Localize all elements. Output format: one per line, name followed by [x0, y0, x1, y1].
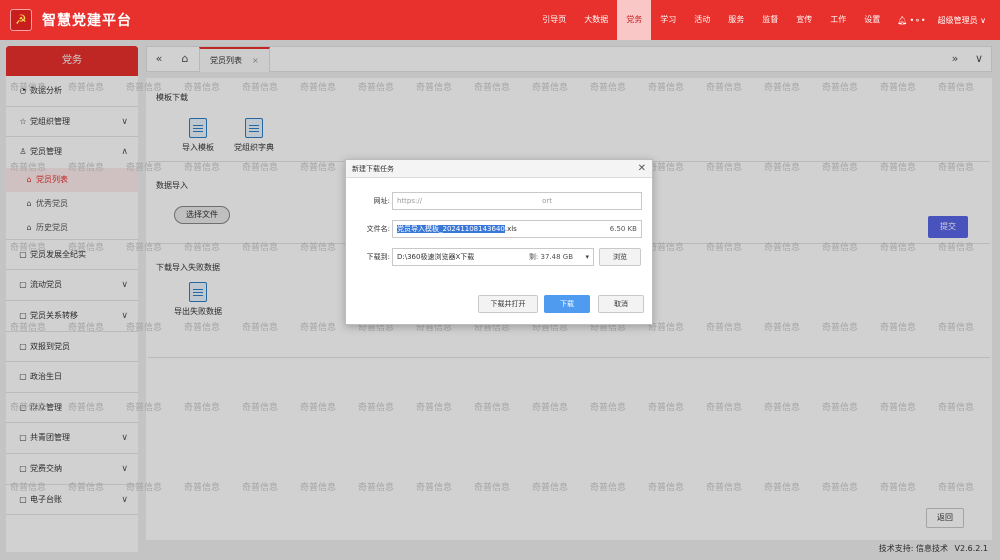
- filename-label: 文件名:: [366, 225, 390, 233]
- nav-party-affairs[interactable]: 党务: [617, 0, 652, 40]
- cancel-button[interactable]: 取消: [598, 295, 644, 313]
- browse-button[interactable]: 浏览: [599, 248, 641, 266]
- nav-study[interactable]: 学习: [651, 0, 685, 40]
- nav-bigdata[interactable]: 大数据: [575, 0, 617, 40]
- nav-publicity[interactable]: 宣传: [787, 0, 821, 40]
- nav-supervision[interactable]: 监督: [753, 0, 787, 40]
- dropdown-arrow-icon[interactable]: ▾: [585, 249, 589, 265]
- filename-selected: 党员导入模板_20241108143640: [397, 225, 505, 233]
- filename-field[interactable]: 党员导入模板_20241108143640.xls 6.50 KB: [392, 220, 642, 238]
- top-navbar: ☭ 智慧党建平台 引导页 大数据 党务 学习 活动 服务 监督 宣传 工作 设置…: [0, 0, 1000, 40]
- dots-icon[interactable]: •⚬•: [909, 16, 925, 25]
- url-value: https://: [397, 197, 423, 205]
- nav-service[interactable]: 服务: [719, 0, 753, 40]
- free-space: 剩: 37.48 GB: [528, 253, 573, 261]
- nav-activity[interactable]: 活动: [685, 0, 719, 40]
- nav-icons: 🔔︎ •⚬•: [889, 16, 933, 25]
- close-icon[interactable]: ✕: [638, 163, 646, 174]
- nav-work[interactable]: 工作: [821, 0, 855, 40]
- url-label: 网址:: [373, 197, 390, 205]
- download-and-open-button[interactable]: 下载并打开: [478, 295, 538, 313]
- user-menu[interactable]: 超级管理员 ∨: [934, 15, 986, 26]
- nav-settings[interactable]: 设置: [855, 0, 889, 40]
- download-dialog: 新建下载任务 ✕ 网址: https:// ort 文件名: 党员导入模板_202…: [345, 159, 653, 325]
- download-button[interactable]: 下载: [544, 295, 590, 313]
- dialog-title: 新建下载任务: [346, 160, 652, 178]
- chevron-down-icon: ∨: [980, 15, 986, 25]
- saveto-select[interactable]: D:\360极速浏览器X下载 剩: 37.48 GB ▾: [392, 248, 594, 266]
- main-nav: 引导页 大数据 党务 学习 活动 服务 监督 宣传 工作 设置 🔔︎ •⚬• 超…: [533, 0, 986, 40]
- user-name: 超级管理员: [937, 15, 978, 25]
- nav-guide[interactable]: 引导页: [533, 0, 575, 40]
- party-emblem-icon: ☭: [10, 9, 32, 31]
- app-title: 智慧党建平台: [42, 13, 132, 29]
- saveto-label: 下载到:: [366, 253, 390, 261]
- file-size: 6.50 KB: [609, 225, 637, 233]
- bell-icon[interactable]: 🔔︎: [897, 16, 907, 25]
- filename-ext: .xls: [504, 225, 517, 233]
- saveto-path: D:\360极速浏览器X下载: [397, 253, 475, 261]
- url-tail: ort: [542, 197, 552, 205]
- url-field[interactable]: https:// ort: [392, 192, 642, 210]
